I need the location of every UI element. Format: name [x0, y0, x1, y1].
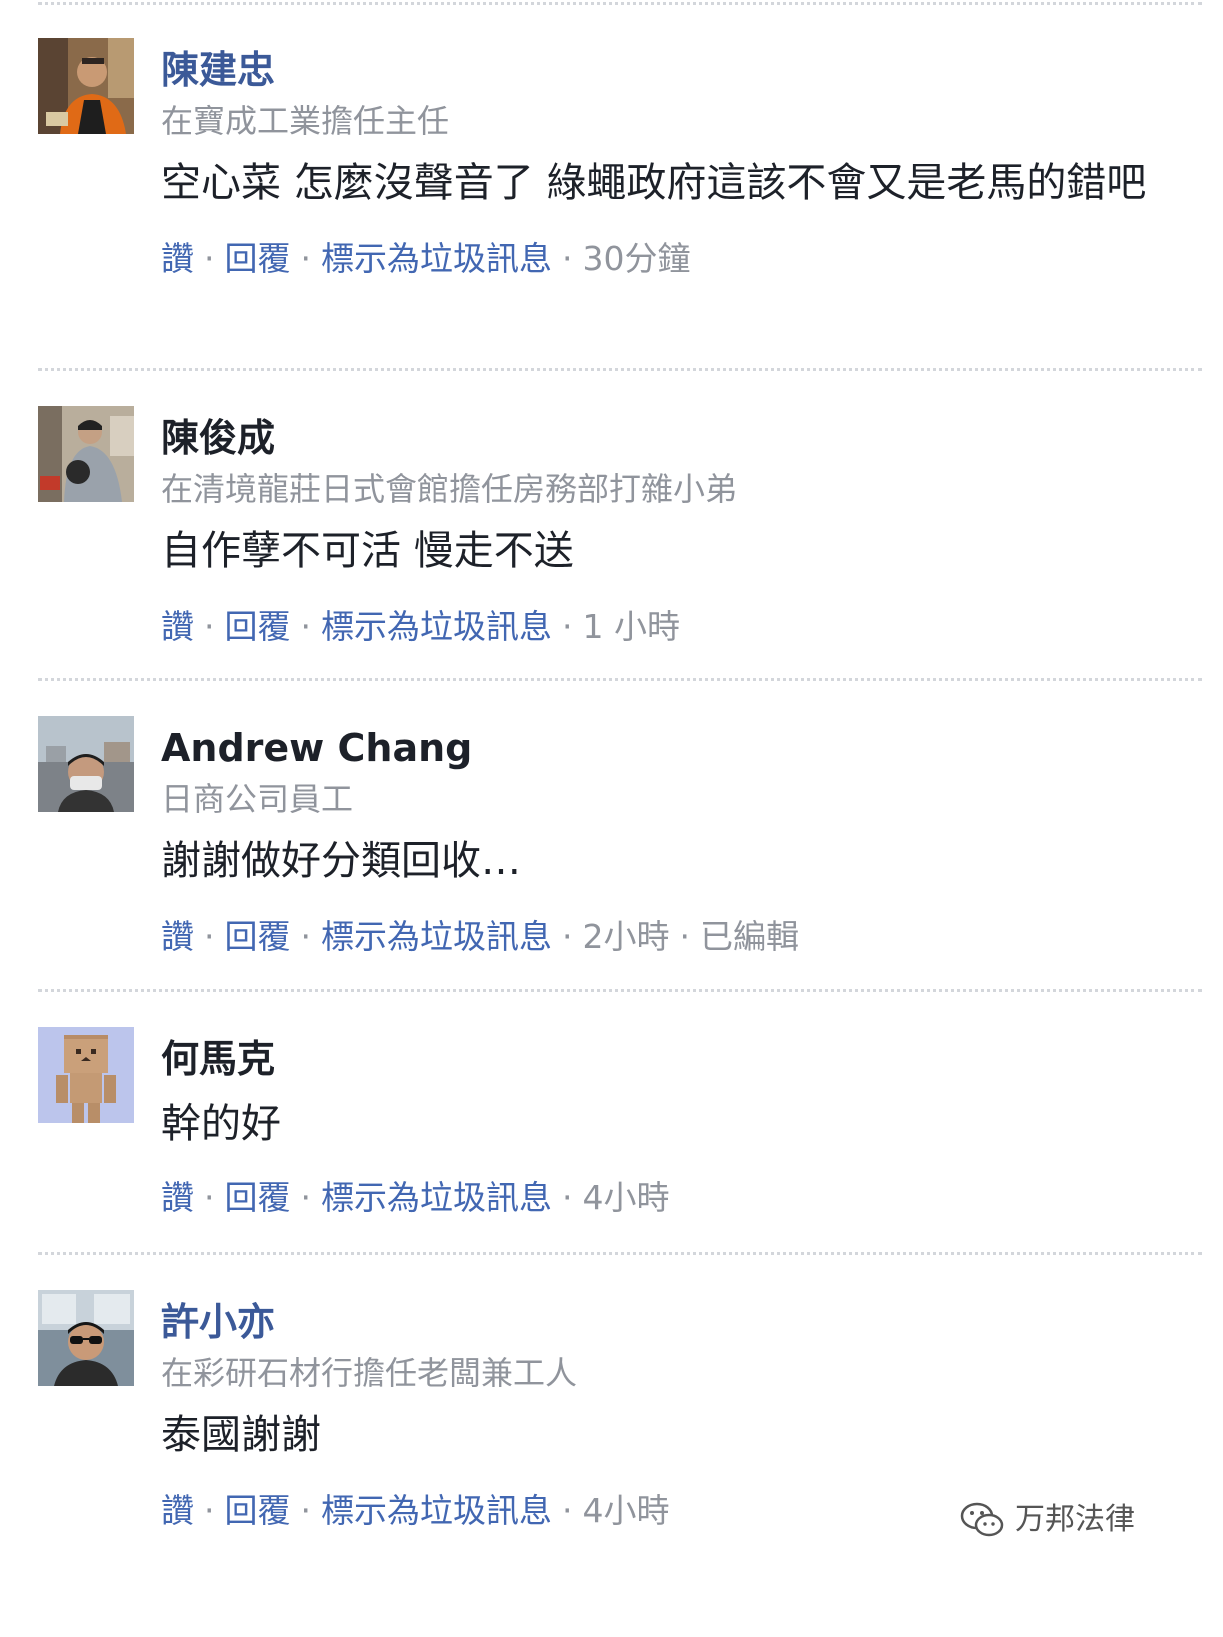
reply-button[interactable]: 回覆 [225, 1178, 291, 1217]
watermark-text: 万邦法律 [1015, 1502, 1135, 1537]
avatar-photo-icon [38, 406, 134, 502]
like-button[interactable]: 讚 [161, 239, 194, 278]
separator: · [562, 1178, 573, 1217]
like-button[interactable]: 讚 [161, 917, 194, 956]
avatar-photo-icon [38, 716, 134, 812]
commenter-name[interactable]: 許小亦 [161, 1294, 1191, 1350]
like-button[interactable]: 讚 [161, 1491, 194, 1530]
comment-time[interactable]: 4小時 [583, 1491, 670, 1530]
separator: · [204, 917, 215, 956]
reply-button[interactable]: 回覆 [225, 1491, 291, 1530]
separator: · [204, 239, 215, 278]
separator: · [204, 607, 215, 646]
separator: · [300, 917, 312, 956]
avatar-photo-icon [38, 38, 134, 134]
commenter-subtitle: 在寶成工業擔任主任 [161, 102, 450, 140]
edited-label[interactable]: 已編輯 [700, 917, 799, 956]
comment-text: 自作孽不可活 慢走不送 [161, 528, 574, 574]
commenter-name[interactable]: 何馬克 [161, 1031, 1191, 1087]
avatar[interactable] [38, 1027, 134, 1123]
comment-time[interactable]: 4小時 [583, 1178, 670, 1217]
reply-button[interactable]: 回覆 [225, 607, 291, 646]
separator: · [679, 917, 691, 956]
mark-spam-button[interactable]: 標示為垃圾訊息 [321, 239, 552, 278]
like-button[interactable]: 讚 [161, 1178, 194, 1217]
danbo-avatar-icon [38, 1027, 134, 1123]
avatar[interactable] [38, 38, 134, 134]
separator: · [562, 239, 573, 278]
mark-spam-button[interactable]: 標示為垃圾訊息 [321, 917, 552, 956]
separator: · [300, 1491, 312, 1530]
separator: · [300, 239, 312, 278]
mark-spam-button[interactable]: 標示為垃圾訊息 [321, 607, 552, 646]
comment-time[interactable]: 1 小時 [583, 607, 681, 646]
comment-time[interactable]: 2小時 [583, 917, 670, 956]
commenter-subtitle: 在清境龍莊日式會館擔任房務部打雜小弟 [161, 470, 738, 508]
reply-button[interactable]: 回覆 [225, 239, 291, 278]
commenter-subtitle: 在彩研石材行擔任老闆兼工人 [161, 1354, 578, 1392]
avatar[interactable] [38, 406, 134, 502]
avatar-photo-icon [38, 1290, 134, 1386]
separator: · [300, 1178, 312, 1217]
comment-time[interactable]: 30分鐘 [583, 239, 691, 278]
avatar[interactable] [38, 1290, 134, 1386]
avatar[interactable] [38, 716, 134, 812]
divider [38, 1252, 1202, 1255]
commenter-name[interactable]: Andrew Chang [161, 720, 1191, 776]
comment-text: 空心菜 怎麼沒聲音了 綠蠅政府這該不會又是老馬的錯吧 [161, 160, 1147, 206]
comment-actions: 讚 · 回覆 · 標示為垃圾訊息 · 1 小時 [161, 602, 1191, 652]
watermark: 万邦法律 [959, 1500, 1135, 1540]
commenter-name[interactable]: 陳建忠 [161, 42, 1191, 98]
wechat-icon [960, 1502, 1004, 1537]
like-button[interactable]: 讚 [161, 607, 194, 646]
mark-spam-button[interactable]: 標示為垃圾訊息 [321, 1491, 552, 1530]
separator: · [300, 607, 312, 646]
commenter-subtitle: 日商公司員工 [161, 780, 354, 818]
divider [38, 2, 1202, 5]
comment-actions: 讚 · 回覆 · 標示為垃圾訊息 · 30分鐘 [161, 234, 1191, 284]
separator: · [204, 1491, 215, 1530]
separator: · [562, 1491, 573, 1530]
separator: · [562, 917, 573, 956]
reply-button[interactable]: 回覆 [225, 917, 291, 956]
divider [38, 368, 1202, 371]
mark-spam-button[interactable]: 標示為垃圾訊息 [321, 1178, 552, 1217]
commenter-name[interactable]: 陳俊成 [161, 410, 1191, 466]
comment-actions: 讚 · 回覆 · 標示為垃圾訊息 · 4小時 [161, 1173, 1191, 1223]
comment-text: 謝謝做好分類回收… [161, 838, 521, 884]
comment-actions: 讚 · 回覆 · 標示為垃圾訊息 · 2小時 · 已編輯 [161, 912, 1191, 962]
comment-text: 幹的好 [161, 1101, 281, 1147]
separator: · [562, 607, 573, 646]
divider [38, 989, 1202, 992]
separator: · [204, 1178, 215, 1217]
divider [38, 678, 1202, 681]
comment-text: 泰國謝謝 [161, 1412, 321, 1458]
